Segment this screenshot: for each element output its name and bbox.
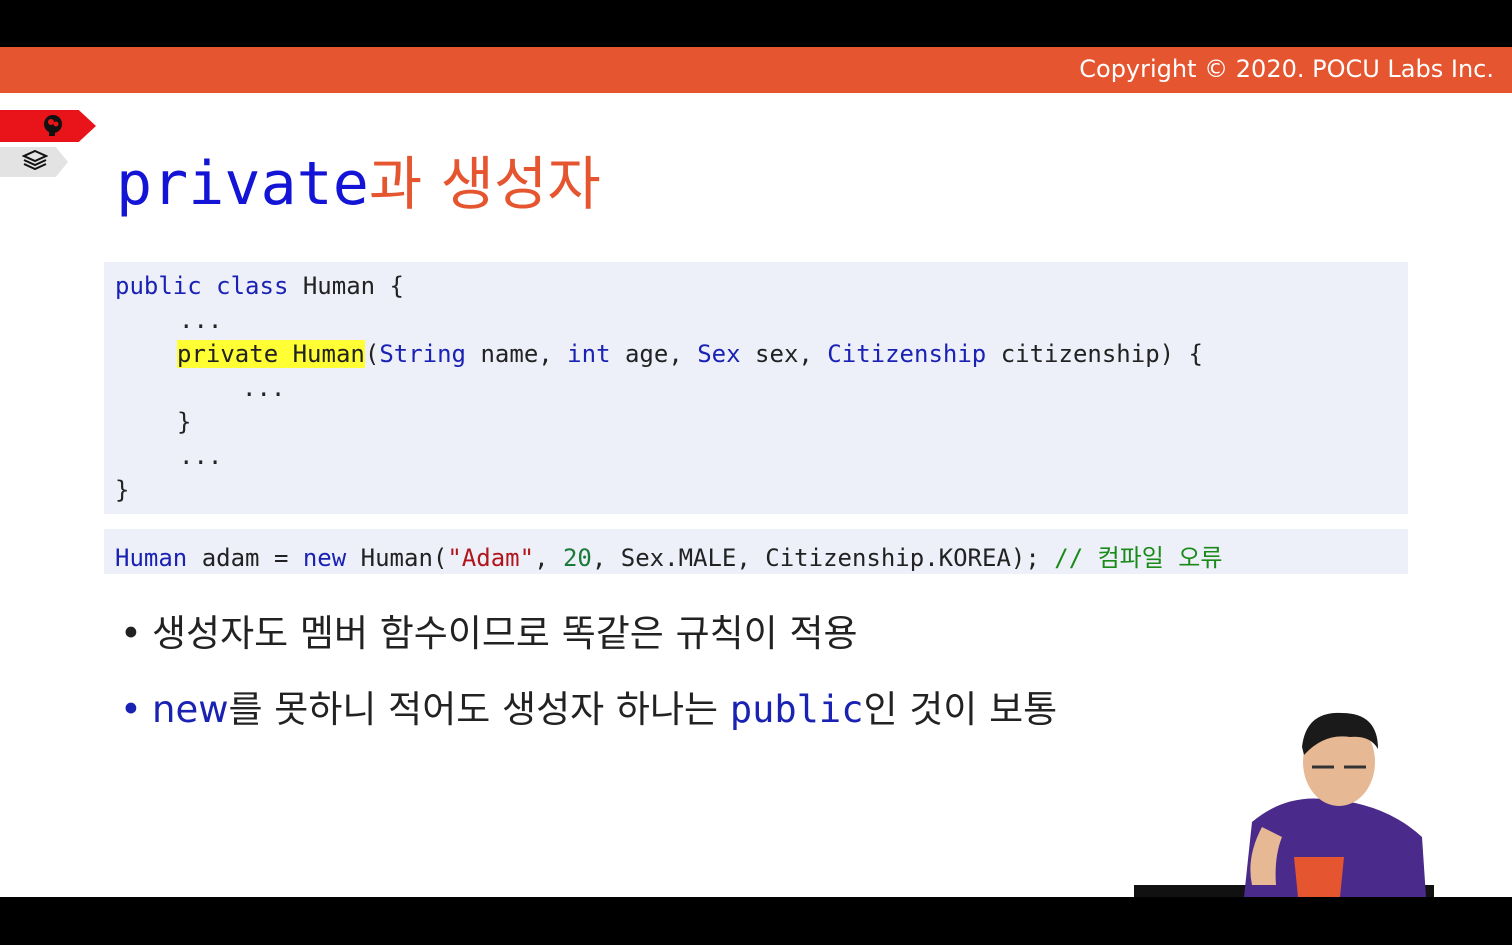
code-text: , Sex.MALE, Citizenship.KOREA); — [591, 544, 1055, 572]
code-line-5: } — [177, 408, 192, 436]
code-text: Human { — [288, 272, 404, 300]
code-text: , — [534, 544, 563, 572]
side-tab-layers[interactable] — [0, 147, 68, 177]
code-block: public class Human { ... private Human(S… — [104, 262, 1408, 514]
video-top-letterbox — [0, 0, 1512, 47]
bullet-keyword: new — [152, 688, 229, 731]
code-comment: // 컴파일 오류 — [1054, 544, 1223, 572]
code-number: 20 — [562, 544, 592, 572]
code-text: sex, — [740, 340, 828, 368]
bullet-text: 를 못하니 적어도 생성자 하나는 — [228, 688, 730, 731]
code-block-usage: Human adam = new Human("Adam", 20, Sex.M… — [104, 529, 1408, 574]
lecture-slide: Copyright © 2020. POCU Labs Inc. private… — [0, 47, 1512, 897]
code-keyword: class — [216, 272, 289, 300]
code-keyword: private — [177, 340, 279, 368]
bullet-dot: • — [120, 688, 142, 731]
code-text: citizenship) { — [986, 340, 1203, 368]
code-text: adam = — [187, 544, 303, 572]
title-text: 과 생성자 — [368, 150, 601, 218]
code-type: Human — [115, 544, 188, 572]
copyright-text: Copyright © 2020. POCU Labs Inc. — [1079, 55, 1494, 83]
code-text: Human( — [346, 544, 448, 572]
code-text: name, — [466, 340, 568, 368]
code-text: Human — [278, 340, 365, 368]
code-line-3: private Human(String name, int age, Sex … — [177, 340, 1203, 368]
code-type: int — [567, 340, 611, 368]
code-keyword: new — [302, 544, 347, 572]
code-line-6: ... — [179, 442, 223, 470]
code-type: Citizenship — [827, 340, 987, 368]
code-line-1: public class Human { — [115, 272, 404, 300]
presenter-video-overlay — [1134, 712, 1434, 897]
bullet-dot: • — [120, 612, 142, 655]
bullet-text: 인 것이 보통 — [863, 688, 1058, 731]
code-type: Sex — [697, 340, 741, 368]
code-text: ( — [364, 340, 380, 368]
title-keyword: private — [116, 149, 369, 219]
code-text: age, — [610, 340, 698, 368]
slide-header-bar: Copyright © 2020. POCU Labs Inc. — [0, 47, 1512, 93]
code-keyword: public — [115, 272, 202, 300]
bullet-keyword: public — [729, 688, 864, 731]
brain-icon — [40, 112, 66, 142]
code-line-2: ... — [179, 306, 223, 334]
bullet-text: 생성자도 멤버 함수이므로 똑같은 규칙이 적용 — [152, 612, 858, 655]
code-string: "Adam" — [447, 544, 535, 572]
code-line-7: } — [115, 476, 130, 504]
code-usage-line: Human adam = new Human("Adam", 20, Sex.M… — [115, 538, 1222, 573]
code-line-4: ... — [242, 374, 286, 402]
slide-title: private과 생성자 — [116, 137, 601, 221]
layers-icon — [21, 149, 49, 177]
code-type: String — [379, 340, 467, 368]
side-tab-brain[interactable] — [0, 110, 96, 142]
bullet-item-1: • 생성자도 멤버 함수이므로 똑같은 규칙이 적용 — [120, 603, 858, 657]
highlighted-private: private Human — [177, 340, 365, 368]
video-bottom-letterbox — [0, 897, 1512, 945]
bullet-item-2: • new를 못하니 적어도 생성자 하나는 public인 것이 보통 — [120, 679, 1057, 733]
